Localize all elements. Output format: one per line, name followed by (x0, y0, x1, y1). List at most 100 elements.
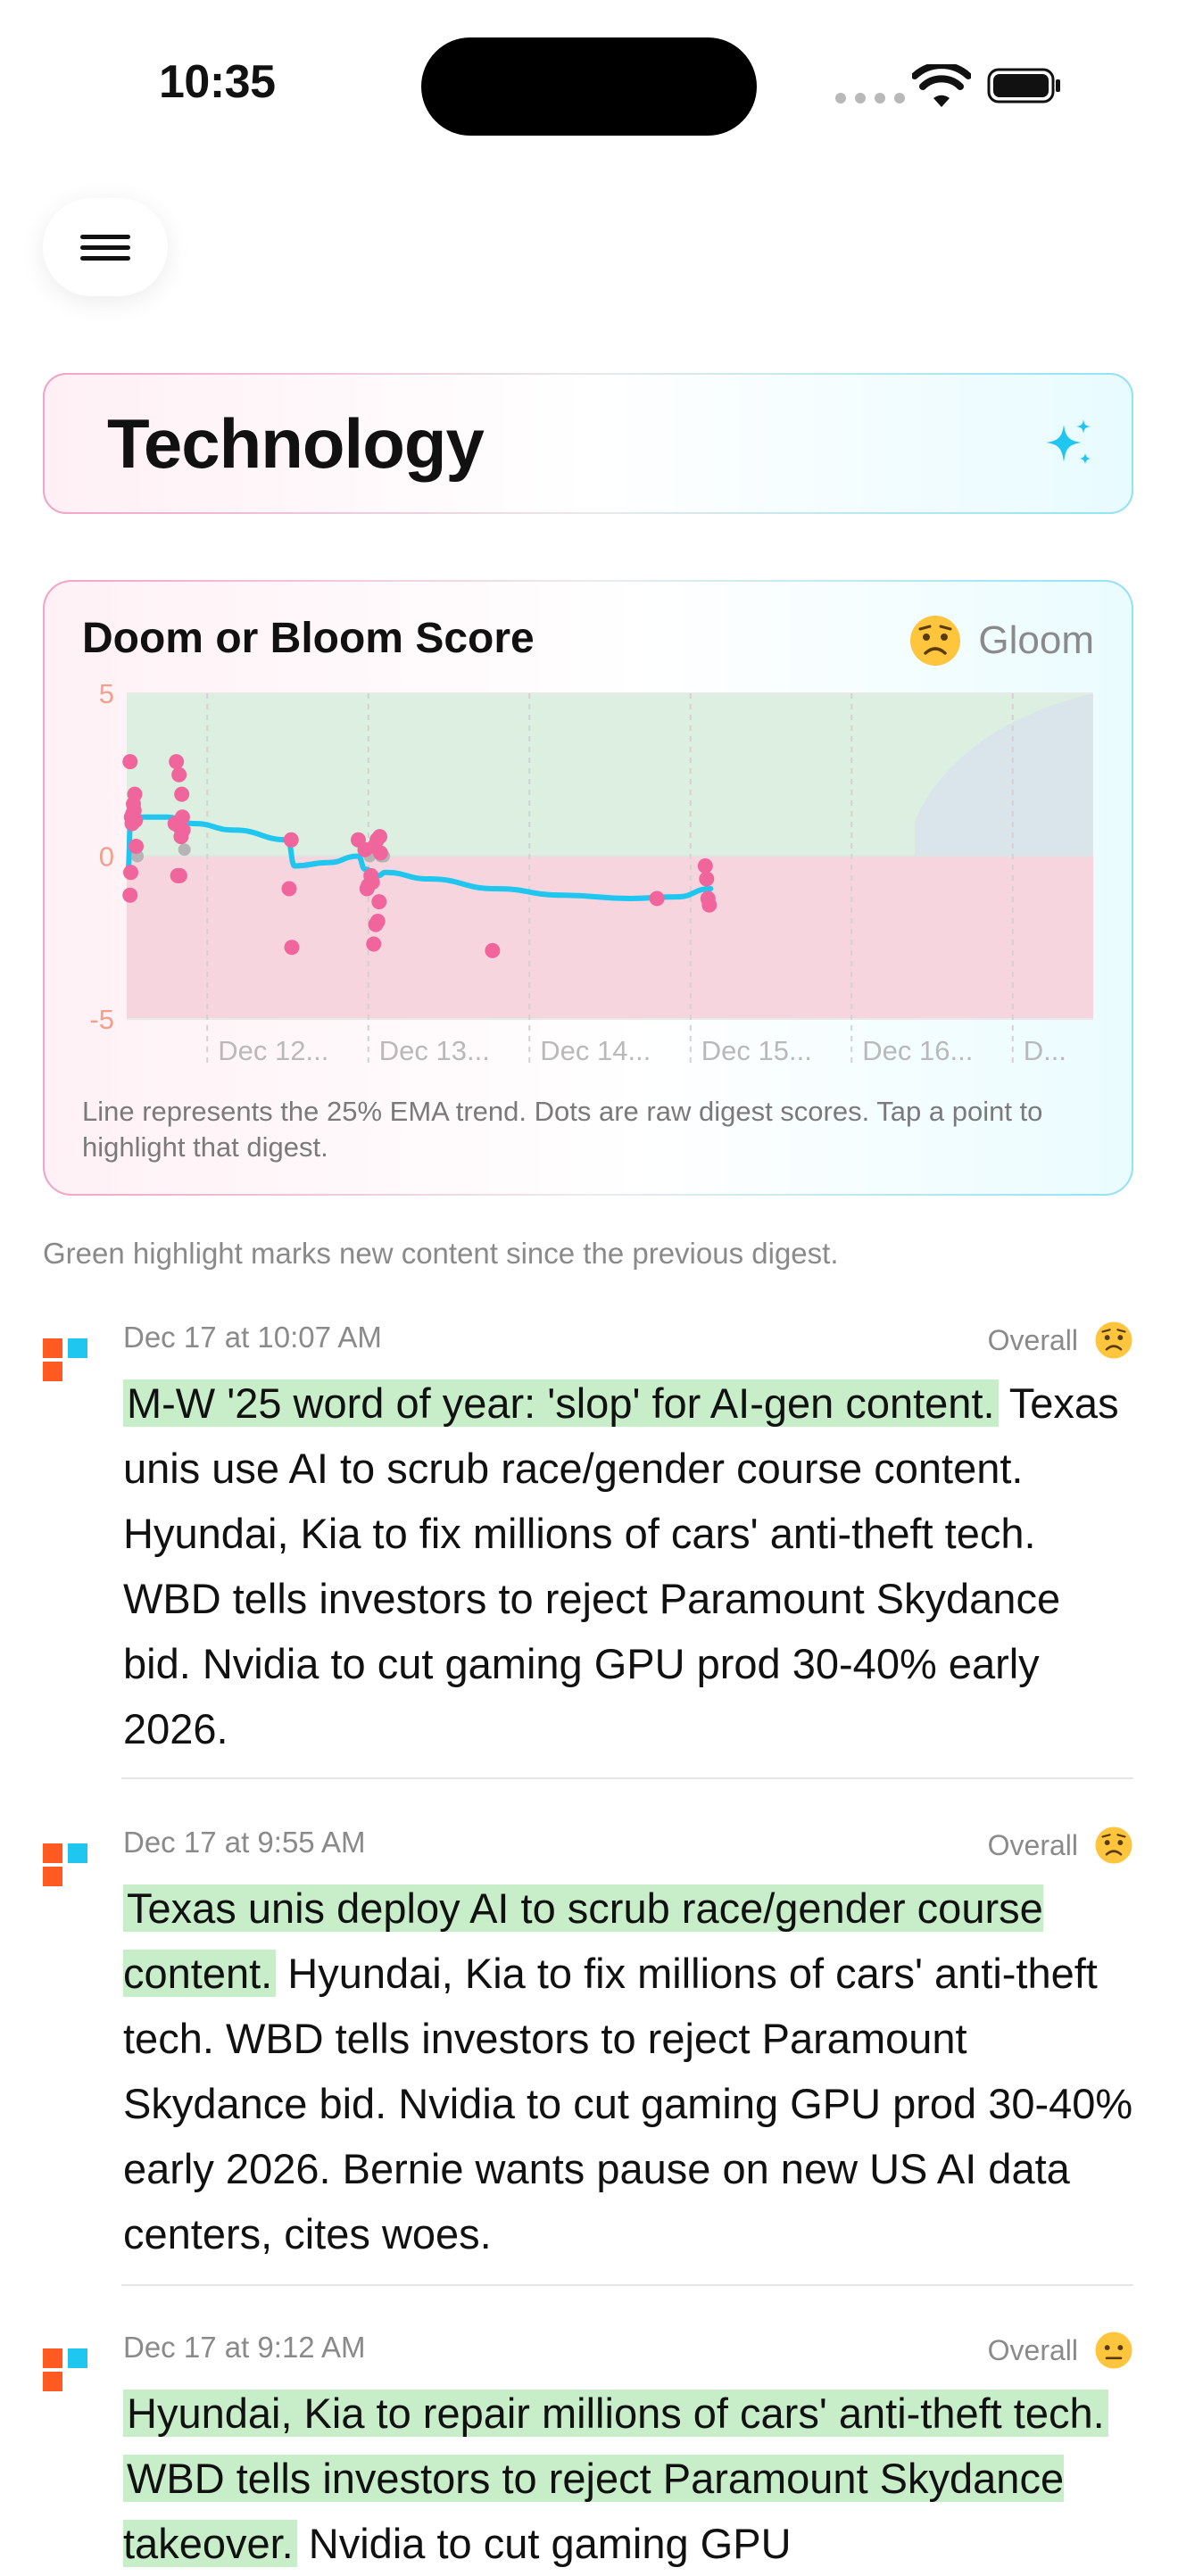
gray-point (131, 849, 145, 863)
score-point[interactable] (350, 832, 366, 848)
new-content-highlight: Hyundai, Kia to repair millions of cars'… (123, 2390, 1108, 2437)
x-tick-label: Dec 15... (701, 1035, 812, 1066)
gray-point (377, 849, 391, 863)
cellular-signal-icon (835, 93, 905, 104)
worried-face-icon (1095, 1321, 1132, 1359)
source-logo-icon (43, 2348, 87, 2391)
score-point[interactable] (699, 871, 715, 887)
entry-text: Nvidia to cut gaming GPU (296, 2520, 792, 2567)
score-point[interactable] (123, 809, 139, 825)
entry-overall: Overall (988, 2331, 1133, 2370)
x-tick-label: Dec 16... (862, 1035, 973, 1066)
score-point[interactable] (126, 802, 142, 818)
hamburger-icon (80, 228, 130, 267)
score-point[interactable] (128, 812, 144, 828)
wifi-icon (912, 64, 971, 107)
x-tick-label: D... (1024, 1035, 1066, 1066)
chart-note: Line represents the 25% EMA trend. Dots … (82, 1096, 1043, 1163)
score-point[interactable] (357, 841, 373, 857)
overall-label: Overall (987, 1828, 1078, 1861)
score-point[interactable] (363, 867, 379, 883)
score-point[interactable] (368, 916, 384, 932)
score-point[interactable] (369, 914, 386, 929)
neutral-face-icon (1095, 2332, 1132, 2369)
entry-body: M-W '25 word of year: 'slop' for AI-gen … (123, 1371, 1133, 1761)
divider (121, 1777, 1133, 1779)
score-point[interactable] (169, 754, 185, 770)
chart-title: Doom or Bloom Score (82, 615, 535, 662)
score-point[interactable] (364, 874, 380, 890)
score-point[interactable] (367, 839, 383, 855)
y-tick-label: 0 (99, 841, 114, 873)
score-point[interactable] (701, 897, 718, 913)
score-point[interactable] (174, 786, 190, 802)
score-point[interactable] (175, 822, 191, 838)
status-time: 10:35 (159, 56, 276, 108)
sparkle-icon[interactable] (1042, 418, 1096, 471)
overall-label: Overall (987, 2333, 1078, 2366)
score-point[interactable] (361, 877, 377, 893)
source-logo-icon (43, 1843, 87, 1886)
score-point[interactable] (171, 766, 187, 783)
score-point[interactable] (126, 796, 142, 812)
score-point[interactable] (283, 832, 299, 848)
chart-mood: Gloom (908, 614, 1094, 667)
entry-date: Dec 17 at 9:55 AM (123, 1826, 366, 1859)
entry-text: Texas unis use AI to scrub race/gender c… (123, 1379, 1119, 1752)
score-point[interactable] (173, 829, 189, 845)
y-tick-label: 5 (99, 678, 114, 709)
dynamic-island (421, 37, 757, 136)
score-point[interactable] (174, 809, 190, 825)
score-point[interactable] (122, 887, 138, 903)
score-point[interactable] (284, 940, 300, 956)
topic-title-card[interactable]: Technology (43, 373, 1133, 514)
new-content-highlight: M-W '25 word of year: 'slop' for AI-gen … (123, 1379, 999, 1427)
score-point[interactable] (700, 890, 716, 907)
score-point[interactable] (170, 867, 186, 883)
doom-zone (127, 856, 1093, 1019)
y-tick-label: -5 (89, 1004, 114, 1035)
score-point[interactable] (485, 942, 501, 958)
source-logo-icon (43, 1338, 87, 1381)
gray-point (375, 849, 388, 863)
score-point[interactable] (372, 845, 388, 861)
score-point[interactable] (359, 881, 375, 897)
score-point[interactable] (371, 894, 387, 910)
score-point[interactable] (124, 816, 140, 832)
entry-overall: Overall (988, 1321, 1133, 1360)
overall-label: Overall (987, 1323, 1078, 1356)
score-point[interactable] (649, 890, 665, 907)
doom-bloom-chart-card: Doom or Bloom Score Gloom Dec 12... Dec 1… (43, 580, 1133, 1196)
entry-date: Dec 17 at 9:12 AM (123, 2331, 366, 2364)
x-tick-label: Dec 13... (379, 1035, 490, 1066)
score-point[interactable] (281, 881, 297, 897)
score-point[interactable] (123, 865, 139, 881)
highlight-legend-note: Green highlight marks new content since … (43, 1237, 839, 1270)
score-point[interactable] (122, 754, 138, 770)
score-point[interactable] (125, 806, 141, 822)
score-point[interactable] (171, 819, 187, 835)
page-title: Technology (107, 404, 485, 483)
entry-body: Texas unis deploy AI to scrub race/gende… (123, 1876, 1133, 2266)
score-point[interactable] (369, 832, 386, 848)
menu-button[interactable] (43, 198, 168, 296)
bloom-zone-tint (915, 693, 1093, 857)
score-chart[interactable]: Dec 12... Dec 13... Dec 14... Dec 15... Dec … (45, 582, 1135, 1197)
entry-date: Dec 17 at 10:07 AM (123, 1321, 382, 1354)
gray-point (363, 849, 377, 863)
mood-label: Gloom (978, 618, 1094, 662)
score-point[interactable] (129, 839, 145, 855)
score-point[interactable] (372, 829, 388, 845)
divider (121, 2284, 1133, 2286)
score-point[interactable] (697, 857, 713, 874)
x-tick-label: Dec 14... (540, 1035, 651, 1066)
entry-body: Hyundai, Kia to repair millions of cars'… (123, 2381, 1133, 2576)
battery-icon (987, 68, 1060, 104)
worried-face-icon (910, 616, 961, 666)
bloom-zone (127, 693, 1093, 857)
entry-overall: Overall (988, 1826, 1133, 1865)
score-point[interactable] (171, 867, 187, 883)
score-point[interactable] (366, 936, 382, 952)
score-point[interactable] (167, 816, 183, 832)
score-point[interactable] (127, 786, 143, 802)
